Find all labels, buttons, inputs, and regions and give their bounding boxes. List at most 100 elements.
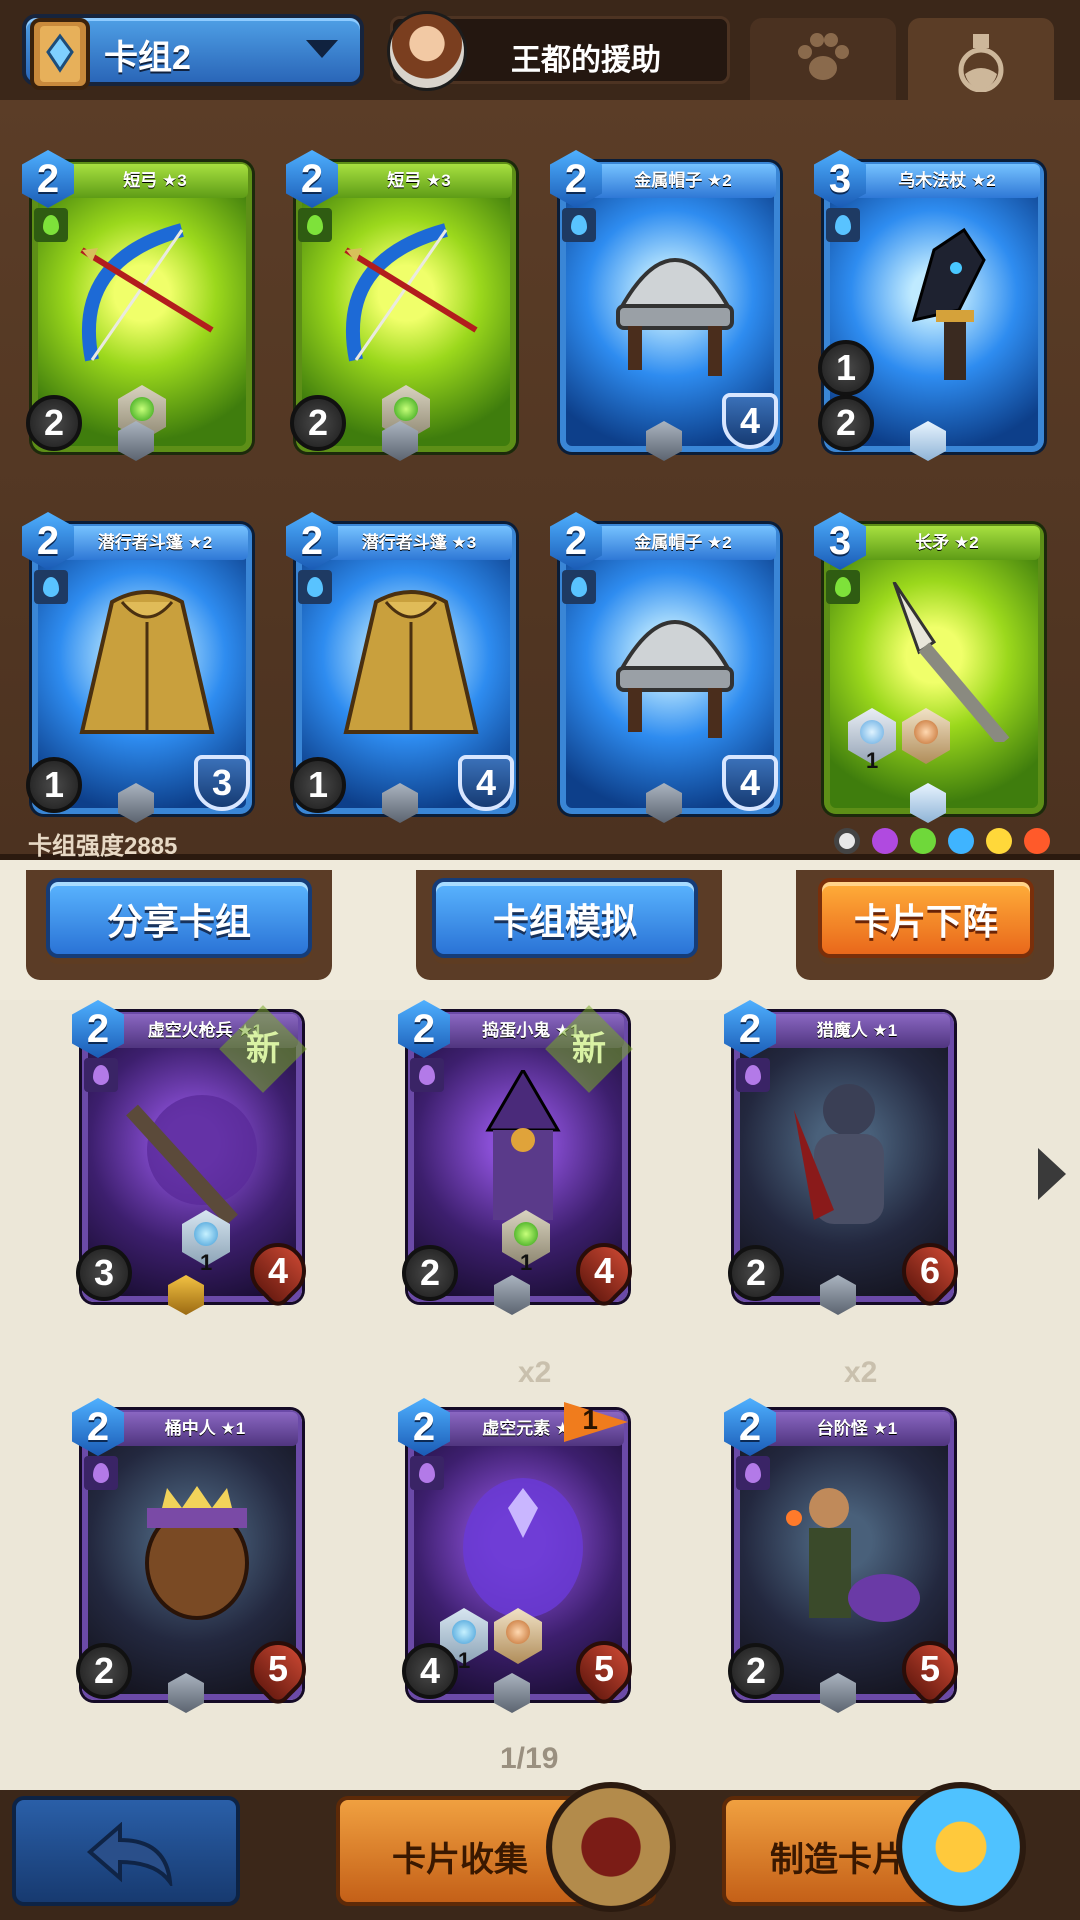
- shadow-element-icon: [736, 1058, 770, 1092]
- card-title: 短弓 ★3: [62, 164, 248, 198]
- deck-book-icon: [30, 18, 90, 90]
- evasion-stat: 1: [26, 757, 82, 813]
- card-collection: 虚空火枪兵 ★1 2 新 1 3 4 捣蛋小鬼 ★1 2 新 1 2 4 猎魔人…: [0, 1000, 1080, 1790]
- card-title: 短弓 ★3: [326, 164, 512, 198]
- nature-element-icon[interactable]: [910, 828, 936, 854]
- back-arrow-icon: [86, 1822, 173, 1886]
- armor-stat: 4: [722, 393, 778, 449]
- card-book-icon: [546, 1782, 676, 1912]
- evasion-stat: 1: [290, 757, 346, 813]
- attack-stat: 2: [290, 395, 346, 451]
- cloak-icon: [343, 590, 479, 734]
- demon-hunter-art: [794, 1084, 884, 1224]
- evasion-stat: 3: [76, 1245, 132, 1301]
- collection-card[interactable]: 虚空火枪兵 ★1 2 新 1 3 4: [72, 1000, 318, 1315]
- collection-card[interactable]: 捣蛋小鬼 ★1 2 新 1 2 4: [398, 1000, 644, 1315]
- shadow-element-icon: [84, 1058, 118, 1092]
- collection-card[interactable]: 桶中人 ★1 2 2 5: [72, 1398, 318, 1713]
- collection-card[interactable]: 虚空元素 ★6 2 1 1 4 5: [398, 1398, 644, 1713]
- flag-count: 1: [582, 1404, 598, 1435]
- deck-card[interactable]: 长矛 ★2 3 1: [814, 512, 1044, 823]
- card-title: 猎魔人 ★1: [764, 1014, 950, 1048]
- neutral-element-icon[interactable]: [834, 828, 860, 854]
- card-title: 乌木法杖 ★2: [854, 164, 1040, 198]
- deck-power-label: 卡组强度2885: [28, 833, 178, 860]
- craft-card-label: 制造卡片: [770, 1841, 906, 1879]
- element-filters: [834, 828, 1050, 854]
- paw-icon: [798, 33, 849, 80]
- socket-count: 1: [520, 1250, 533, 1275]
- imp-art: [485, 1070, 561, 1220]
- water-element-icon[interactable]: [948, 828, 974, 854]
- deck-card[interactable]: 短弓 ★3 2 1 2: [286, 150, 516, 461]
- bow-icon: [344, 223, 478, 362]
- armor-stat: 4: [458, 755, 514, 811]
- nature-element-icon: [826, 570, 860, 604]
- shadow-element-icon: [410, 1058, 444, 1092]
- chevron-down-icon[interactable]: [306, 40, 338, 58]
- deck-card[interactable]: 潜行者斗篷 ★2 2 1 3: [22, 512, 252, 823]
- nature-element-icon: [298, 208, 332, 242]
- void-elemental-art: [463, 1478, 583, 1618]
- deck-selector[interactable]: 卡组2: [22, 14, 364, 90]
- tab-potions[interactable]: [908, 18, 1054, 100]
- water-element-icon: [562, 570, 596, 604]
- card-title: 潜行者斗篷 ★3: [326, 526, 512, 560]
- remove-card-button[interactable]: 卡片下阵: [818, 878, 1034, 958]
- void-gunner-art: [126, 1095, 257, 1226]
- collection-card[interactable]: 台阶怪 ★1 2 2 5: [724, 1398, 970, 1713]
- card-title: 金属帽子 ★2: [590, 526, 776, 560]
- bow-icon: [80, 223, 214, 362]
- hero-selector[interactable]: 王都的援助: [387, 11, 730, 91]
- shadow-element-icon: [410, 1456, 444, 1490]
- helmet-icon: [616, 258, 734, 376]
- card-collection-button[interactable]: 卡片收集: [336, 1782, 676, 1912]
- craft-card-button[interactable]: 制造卡片: [722, 1782, 1026, 1912]
- potion-jar-icon: [896, 1782, 1026, 1912]
- card-title: 桶中人 ★1: [112, 1412, 298, 1446]
- share-deck-button[interactable]: 分享卡组: [46, 878, 312, 958]
- simulate-deck-button[interactable]: 卡组模拟: [432, 878, 698, 958]
- card-collection-label: 卡片收集: [392, 1841, 528, 1879]
- shadow-element-icon: [84, 1456, 118, 1490]
- tab-pets[interactable]: [750, 18, 896, 100]
- shadow-element-icon: [736, 1456, 770, 1490]
- attack-stat: 4: [402, 1643, 458, 1699]
- deck-card[interactable]: 乌木法杖 ★2 3 1 2: [814, 150, 1044, 461]
- evasion-stat: 2: [402, 1245, 458, 1301]
- deck-panel: 短弓 ★3 2 1 2 短弓 ★3 2 1 2 金属帽子 ★2 2: [0, 100, 1080, 860]
- armor-stat: 3: [194, 755, 250, 811]
- potion-icon: [958, 34, 1004, 92]
- deck-card[interactable]: 短弓 ★3 2 1 2: [22, 150, 252, 461]
- barrel-man-art: [145, 1486, 249, 1620]
- page-indicator: 1/19: [500, 1742, 559, 1775]
- staff-icon: [911, 227, 986, 380]
- card-title: 长矛 ★2: [854, 526, 1040, 560]
- fire-element-icon[interactable]: [1024, 828, 1050, 854]
- copy-count: x2: [518, 1356, 552, 1389]
- water-element-icon: [34, 570, 68, 604]
- back-button[interactable]: [12, 1796, 240, 1906]
- shadow-element-icon[interactable]: [872, 828, 898, 854]
- lightning-element-icon[interactable]: [986, 828, 1012, 854]
- water-element-icon: [298, 570, 332, 604]
- stair-monster-art: [786, 1488, 920, 1622]
- next-page-arrow-icon[interactable]: [1038, 1148, 1066, 1200]
- card-title: 金属帽子 ★2: [590, 164, 776, 198]
- collection-card[interactable]: 猎魔人 ★1 2 2 6: [724, 1000, 970, 1315]
- copy-count: x2: [844, 1356, 878, 1389]
- armor-stat: 4: [722, 755, 778, 811]
- deck-card[interactable]: 金属帽子 ★2 2 4: [550, 512, 780, 823]
- deck-card[interactable]: 潜行者斗篷 ★3 2 1 4: [286, 512, 516, 823]
- socket-count: 1: [458, 1648, 471, 1673]
- deck-card[interactable]: 金属帽子 ★2 2 4: [550, 150, 780, 461]
- evasion-stat: 2: [728, 1643, 784, 1699]
- card-title: 潜行者斗篷 ★2: [62, 526, 248, 560]
- water-element-icon: [562, 208, 596, 242]
- hero-avatar[interactable]: [387, 11, 467, 91]
- socket-count: 1: [866, 748, 879, 773]
- water-element-icon: [826, 208, 860, 242]
- nature-element-icon: [34, 208, 68, 242]
- hero-name: 王都的援助: [511, 44, 661, 77]
- attack-stat: 2: [76, 1643, 132, 1699]
